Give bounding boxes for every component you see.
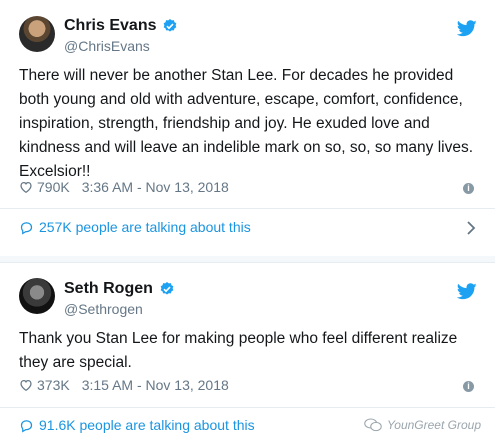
tweet-meta: 790K 3:36 AM - Nov 13, 2018 [19, 179, 229, 195]
author-name[interactable]: Chris Evans [64, 17, 156, 35]
info-icon[interactable]: i [463, 183, 474, 194]
avatar[interactable] [19, 16, 55, 52]
author-name[interactable]: Seth Rogen [64, 280, 153, 298]
speech-bubble-icon [20, 221, 33, 235]
conversation-link[interactable]: 91.6K people are talking about this [19, 417, 255, 433]
info-icon[interactable]: i [463, 381, 474, 392]
heart-icon[interactable] [19, 180, 33, 194]
author-handle[interactable]: @Sethrogen [64, 301, 143, 317]
heart-icon[interactable] [19, 378, 33, 392]
watermark-text: YounGreet Group [386, 418, 481, 432]
verified-badge-icon [160, 282, 174, 295]
conversation-count[interactable]: 257K people are talking about this [39, 219, 251, 235]
speech-bubble-icon [20, 419, 33, 433]
like-count[interactable]: 790K [37, 179, 70, 195]
author-handle[interactable]: @ChrisEvans [64, 38, 150, 54]
watermark: YounGreet Group [364, 418, 481, 432]
author-name-row[interactable]: Seth Rogen [64, 280, 175, 298]
divider [0, 407, 495, 408]
author-name-row[interactable]: Chris Evans [64, 17, 178, 35]
verified-badge-icon [164, 19, 177, 32]
tweet-timestamp[interactable]: 3:15 AM - Nov 13, 2018 [82, 377, 229, 393]
avatar[interactable] [19, 278, 55, 314]
conversation-link[interactable]: 257K people are talking about this [19, 219, 251, 235]
tweet-text: There will never be another Stan Lee. Fo… [19, 67, 474, 180]
divider [0, 208, 495, 209]
tweet-card[interactable]: Seth Rogen @Sethrogen Thank you Stan Lee… [0, 262, 495, 445]
wechat-icon [364, 418, 382, 432]
twitter-bird-icon[interactable] [457, 283, 477, 300]
tweet-timestamp[interactable]: 3:36 AM - Nov 13, 2018 [82, 179, 229, 195]
tweet-card[interactable]: Chris Evans @ChrisEvans There will never… [0, 0, 495, 257]
chevron-right-icon[interactable] [466, 221, 476, 235]
tweet-text: Thank you Stan Lee for making people who… [19, 330, 458, 371]
tweet-meta: 373K 3:15 AM - Nov 13, 2018 [19, 377, 229, 393]
like-count[interactable]: 373K [37, 377, 70, 393]
conversation-count[interactable]: 91.6K people are talking about this [39, 417, 255, 433]
twitter-bird-icon[interactable] [457, 20, 477, 37]
